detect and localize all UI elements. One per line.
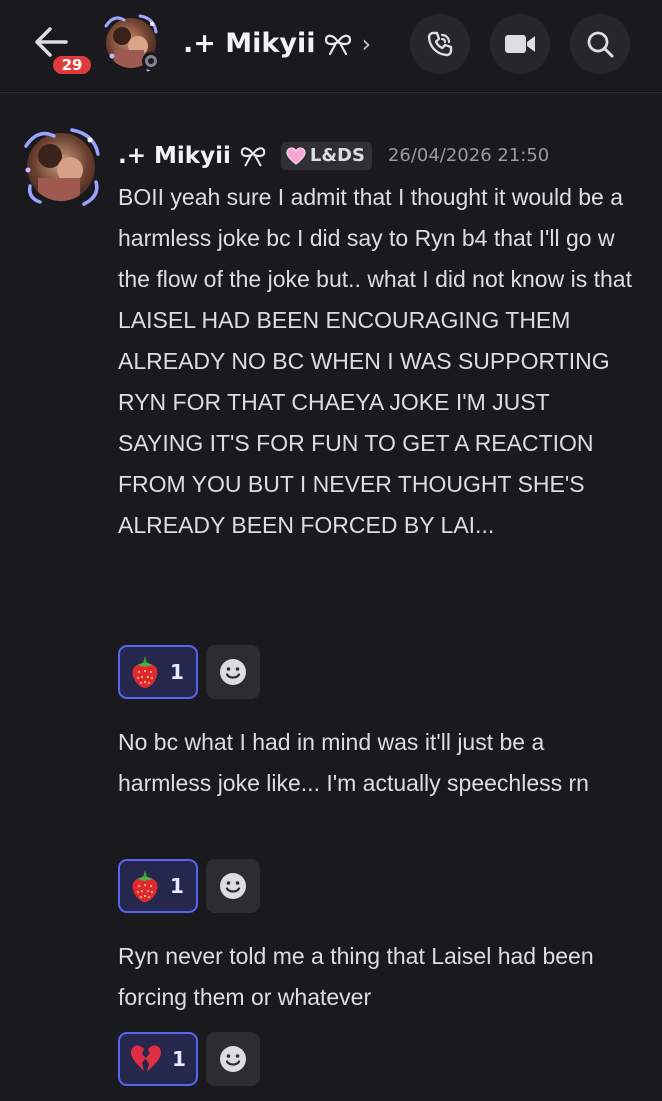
strawberry-icon [132, 656, 158, 688]
chat-header: 29 .+ Mikyii › [0, 0, 662, 93]
bow-icon [325, 34, 352, 56]
broken-heart-icon [131, 1045, 161, 1072]
status-indicator [142, 52, 160, 70]
search-button[interactable] [570, 14, 630, 74]
author-name[interactable]: .+ Mikyii [118, 139, 231, 173]
message-text: No bc what I had in mind was it'll just … [118, 729, 589, 796]
reaction-bar: 1 [118, 1032, 260, 1086]
reaction-count: 1 [170, 660, 184, 684]
reaction-bar: 1 [118, 859, 260, 913]
server-tag[interactable]: L&DS [280, 142, 372, 170]
message-text: Ryn never told me a thing that Laisel ha… [118, 943, 594, 1010]
unread-count-badge: 29 [50, 53, 94, 77]
call-button[interactable] [410, 14, 470, 74]
smiley-icon [220, 1046, 246, 1072]
message-text: BOII yeah sure I admit that I thought it… [118, 184, 632, 538]
message-timestamp: 26/04/2026 21:50 [387, 145, 550, 166]
reaction-strawberry[interactable]: 1 [118, 645, 198, 699]
pink-heart-icon [286, 147, 306, 165]
phone-icon [427, 31, 453, 57]
bow-icon [240, 147, 266, 167]
strawberry-icon [132, 870, 158, 902]
channel-title[interactable]: .+ Mikyii › [183, 24, 371, 64]
reaction-count: 1 [170, 874, 184, 898]
smiley-icon [220, 659, 246, 685]
author-avatar[interactable] [20, 126, 102, 208]
channel-name: .+ Mikyii [183, 28, 316, 59]
chevron-right-icon: › [361, 30, 372, 58]
message-header: .+ Mikyii L&DS 26/04/2026 21:50 [118, 138, 549, 174]
add-reaction-button[interactable] [206, 1032, 260, 1086]
add-reaction-button[interactable] [206, 859, 260, 913]
reaction-strawberry[interactable]: 1 [118, 859, 198, 913]
search-icon [587, 31, 614, 58]
reaction-bar: 1 [118, 645, 260, 699]
server-tag-label: L&DS [309, 145, 365, 166]
video-camera-icon [505, 35, 535, 53]
add-reaction-button[interactable] [206, 645, 260, 699]
reaction-broken-heart[interactable]: 1 [118, 1032, 198, 1086]
smiley-icon [220, 873, 246, 899]
reaction-count: 1 [172, 1047, 186, 1071]
video-call-button[interactable] [490, 14, 550, 74]
